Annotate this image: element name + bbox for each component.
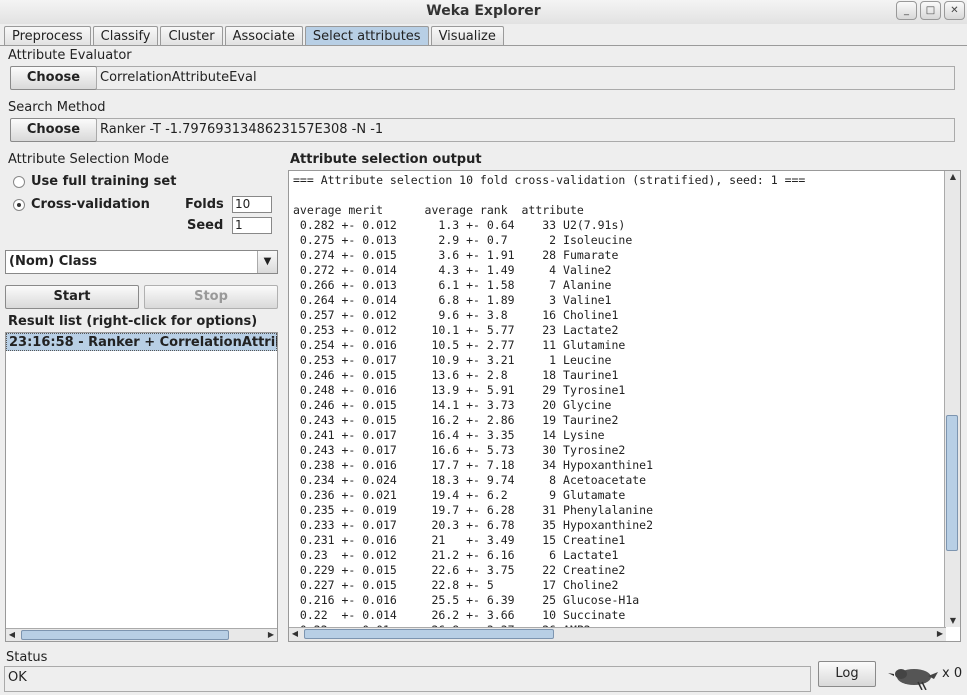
- status-field: OK: [4, 666, 811, 692]
- result-list[interactable]: 23:16:58 - Ranker + CorrelationAttribute…: [5, 332, 278, 642]
- radio-full-training[interactable]: Use full training set: [13, 174, 176, 189]
- tab-preprocess[interactable]: Preprocess: [4, 26, 91, 46]
- class-select[interactable]: (Nom) Class ▼: [5, 250, 278, 274]
- stop-button[interactable]: Stop: [144, 285, 278, 309]
- tab-bar: Preprocess Classify Cluster Associate Se…: [4, 26, 506, 46]
- search-method-label: Search Method: [8, 100, 109, 115]
- radio-full-training-label: Use full training set: [31, 174, 177, 189]
- class-select-value: (Nom) Class: [9, 254, 98, 269]
- evaluator-field: CorrelationAttributeEval: [96, 66, 955, 90]
- close-button[interactable]: ✕: [944, 1, 965, 20]
- result-list-label: Result list (right-click for options): [8, 314, 261, 329]
- output-vscroll-thumb[interactable]: [946, 415, 958, 551]
- start-button[interactable]: Start: [5, 285, 139, 309]
- tab-cluster[interactable]: Cluster: [160, 26, 223, 46]
- selection-mode-label: Attribute Selection Mode: [8, 152, 172, 167]
- scroll-left-icon[interactable]: ◀: [289, 628, 301, 640]
- output-hscroll-thumb[interactable]: [304, 629, 554, 639]
- radio-on-icon: [13, 198, 25, 211]
- scroll-left-icon[interactable]: ◀: [6, 629, 18, 641]
- log-button[interactable]: Log: [818, 661, 876, 687]
- maximize-button[interactable]: □: [920, 1, 941, 20]
- radio-cross-validation-label: Cross-validation: [31, 197, 150, 212]
- output-hscrollbar[interactable]: ◀ ▶: [289, 627, 946, 641]
- output-text: === Attribute selection 10 fold cross-va…: [293, 173, 806, 637]
- evaluator-label: Attribute Evaluator: [8, 48, 135, 63]
- tab-classify[interactable]: Classify: [92, 26, 159, 46]
- result-hscrollbar[interactable]: ◀ ▶: [6, 628, 277, 641]
- output-label: Attribute selection output: [290, 152, 485, 167]
- folds-label: Folds: [185, 197, 224, 212]
- task-count: x 0: [942, 666, 963, 681]
- scroll-up-icon[interactable]: ▲: [947, 171, 959, 183]
- radio-cross-validation[interactable]: Cross-validation: [13, 197, 150, 212]
- seed-input[interactable]: 1: [232, 217, 272, 234]
- scroll-right-icon[interactable]: ▶: [934, 628, 946, 640]
- output-text-area[interactable]: === Attribute selection 10 fold cross-va…: [288, 170, 961, 642]
- tab-visualize[interactable]: Visualize: [430, 26, 504, 46]
- title-bar: Weka Explorer _ □ ✕: [0, 0, 967, 24]
- chevron-down-icon[interactable]: ▼: [257, 251, 277, 273]
- folds-input[interactable]: 10: [232, 196, 272, 213]
- evaluator-choose-button[interactable]: Choose: [10, 66, 97, 90]
- tab-select-attributes[interactable]: Select attributes: [304, 26, 429, 46]
- status-label: Status: [6, 650, 51, 665]
- scroll-down-icon[interactable]: ▼: [947, 615, 959, 627]
- search-choose-button[interactable]: Choose: [10, 118, 97, 142]
- result-list-item[interactable]: 23:16:58 - Ranker + CorrelationAttribute…: [6, 333, 277, 351]
- seed-label: Seed: [187, 218, 224, 233]
- output-vscrollbar[interactable]: ▲ ▼: [944, 171, 960, 627]
- search-method-field: Ranker -T -1.7976931348623157E308 -N -1: [96, 118, 955, 142]
- radio-off-icon: [13, 175, 25, 188]
- minimize-button[interactable]: _: [896, 1, 917, 20]
- result-hscroll-thumb[interactable]: [21, 630, 229, 640]
- window-title: Weka Explorer: [426, 3, 541, 19]
- tab-associate[interactable]: Associate: [224, 26, 303, 46]
- weka-bird-icon: [888, 669, 938, 690]
- tab-divider: [0, 45, 967, 46]
- scroll-right-icon[interactable]: ▶: [265, 629, 277, 641]
